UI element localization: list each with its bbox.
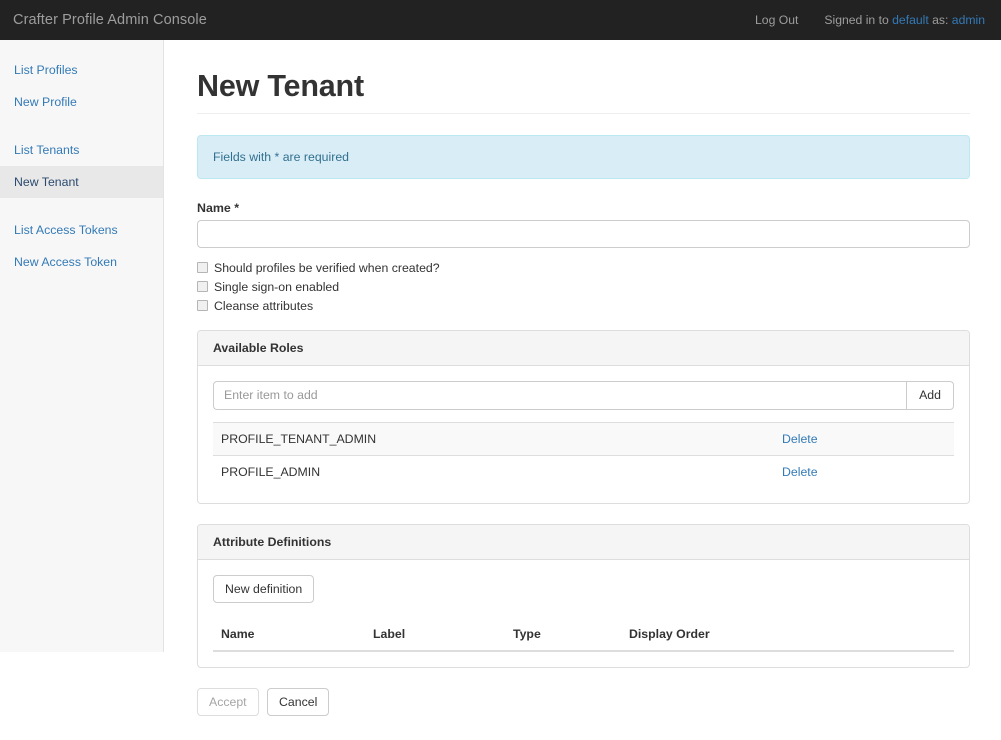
checkbox-label-single-sign-on: Single sign-on enabled bbox=[214, 279, 340, 294]
logout-link[interactable]: Log Out bbox=[755, 13, 798, 27]
available-roles-table: PROFILE_TENANT_ADMIN Delete PROFILE_ADMI… bbox=[213, 421, 954, 488]
checkbox-verify-profiles[interactable] bbox=[197, 262, 208, 274]
as-label: as: bbox=[932, 13, 949, 27]
required-fields-alert: Fields with * are required bbox=[197, 134, 970, 179]
attribute-definitions-title: Attribute Definitions bbox=[213, 534, 332, 549]
sidebar-item-list-access-tokens[interactable]: List Access Tokens bbox=[0, 214, 163, 246]
column-header-label: Label bbox=[365, 618, 505, 652]
available-roles-title: Available Roles bbox=[213, 340, 304, 355]
attribute-definitions-panel-heading: Attribute Definitions bbox=[198, 524, 969, 560]
sidebar-item-new-access-token[interactable]: New Access Token bbox=[0, 246, 163, 278]
add-role-button[interactable]: Add bbox=[906, 380, 954, 410]
page-title: New Tenant bbox=[197, 69, 364, 103]
sidebar-item-list-tenants[interactable]: List Tenants bbox=[0, 134, 163, 166]
table-header-row: Name Label Type Display Order bbox=[213, 618, 954, 652]
sidebar-item-list-profiles[interactable]: List Profiles bbox=[0, 54, 163, 86]
available-roles-panel-heading: Available Roles bbox=[198, 330, 969, 366]
new-definition-button[interactable]: New definition bbox=[213, 574, 315, 603]
add-role-input-group: Add bbox=[213, 380, 954, 410]
attribute-definitions-panel-body: New definition Name Label Type Display O… bbox=[198, 560, 969, 667]
accept-button[interactable]: Accept bbox=[197, 687, 259, 716]
checkbox-label-verify-profiles: Should profiles be verified when created… bbox=[214, 260, 440, 275]
sidebar-divider-1 bbox=[0, 118, 163, 134]
role-name-cell: PROFILE_ADMIN bbox=[213, 454, 774, 488]
app-brand-link[interactable]: Crafter Profile Admin Console bbox=[13, 0, 207, 40]
role-action-cell: Delete bbox=[774, 421, 954, 456]
page-layout: List Profiles New Profile List Tenants N… bbox=[0, 40, 1001, 716]
checkbox-cleanse-attributes[interactable] bbox=[197, 300, 208, 312]
sidebar-nav: List Profiles New Profile List Tenants N… bbox=[0, 40, 164, 652]
table-row: PROFILE_ADMIN Delete bbox=[213, 454, 954, 488]
navbar-right-group: Log Out Signed in to default as: admin bbox=[755, 13, 985, 27]
sidebar-item-new-profile[interactable]: New Profile bbox=[0, 86, 163, 118]
attribute-definitions-table: Name Label Type Display Order bbox=[213, 618, 954, 652]
column-header-type: Type bbox=[505, 618, 621, 652]
checkbox-row-verify-profiles[interactable]: Should profiles be verified when created… bbox=[197, 261, 970, 275]
available-roles-panel-body: Add PROFILE_TENANT_ADMIN Delete PRO bbox=[198, 366, 969, 503]
delete-role-link[interactable]: Delete bbox=[782, 465, 818, 479]
sidebar-divider-2 bbox=[0, 198, 163, 214]
form-actions: Accept Cancel bbox=[197, 687, 970, 740]
signed-in-prefix: Signed in to bbox=[824, 13, 889, 27]
table-row: PROFILE_TENANT_ADMIN Delete bbox=[213, 421, 954, 456]
title-divider bbox=[197, 112, 970, 114]
current-user-link[interactable]: admin bbox=[952, 13, 985, 27]
role-action-cell: Delete bbox=[774, 454, 954, 488]
main-content: New Tenant Fields with * are required Na… bbox=[164, 40, 1001, 716]
delete-role-link[interactable]: Delete bbox=[782, 432, 818, 446]
checkbox-single-sign-on[interactable] bbox=[197, 281, 208, 293]
signed-in-status: Signed in to default as: admin bbox=[824, 13, 985, 27]
checkbox-label-cleanse-attributes: Cleanse attributes bbox=[214, 298, 314, 313]
tenant-options-group: Should profiles be verified when created… bbox=[197, 261, 970, 313]
top-navbar: Crafter Profile Admin Console Log Out Si… bbox=[0, 0, 1001, 40]
available-roles-panel: Available Roles Add PROFILE_TENANT_ADMIN… bbox=[197, 329, 970, 504]
sidebar-item-new-tenant[interactable]: New Tenant bbox=[0, 166, 163, 198]
checkbox-row-single-sign-on[interactable]: Single sign-on enabled bbox=[197, 280, 970, 294]
attribute-definitions-panel: Attribute Definitions New definition Nam… bbox=[197, 523, 970, 668]
name-input[interactable] bbox=[197, 219, 970, 248]
name-field-label: Name * bbox=[197, 200, 240, 215]
column-header-display-order: Display Order bbox=[621, 618, 954, 652]
role-name-cell: PROFILE_TENANT_ADMIN bbox=[213, 421, 774, 456]
cancel-button[interactable]: Cancel bbox=[267, 687, 330, 716]
content-container: New Tenant Fields with * are required Na… bbox=[197, 69, 970, 740]
add-role-input[interactable] bbox=[213, 380, 907, 410]
column-header-name: Name bbox=[213, 618, 365, 652]
checkbox-row-cleanse-attributes[interactable]: Cleanse attributes bbox=[197, 299, 970, 313]
current-tenant-link[interactable]: default bbox=[892, 13, 929, 27]
